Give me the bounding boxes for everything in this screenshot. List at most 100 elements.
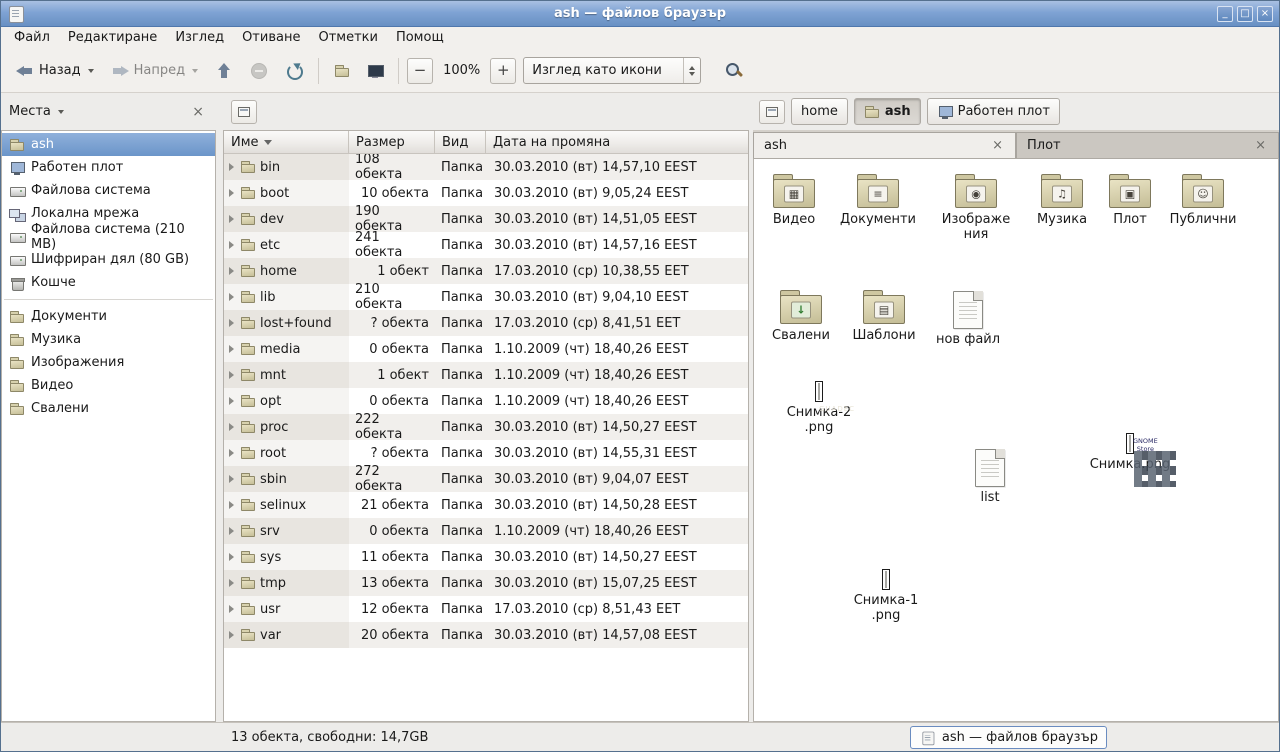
path-button[interactable]: home xyxy=(791,98,848,125)
reload-button[interactable] xyxy=(278,56,310,86)
sidebar-item[interactable]: Свалени xyxy=(2,397,215,420)
expander-icon[interactable] xyxy=(229,215,234,223)
list-file[interactable]: list xyxy=(952,449,1028,506)
expander-icon[interactable] xyxy=(229,423,234,431)
sidebar-item[interactable]: Файлова система (210 MB) xyxy=(2,225,215,248)
tab-close-icon[interactable]: × xyxy=(1253,138,1268,153)
sidebar-item[interactable]: Музика xyxy=(2,328,215,351)
computer-button[interactable] xyxy=(360,57,390,85)
sidebar-item[interactable]: Документи xyxy=(2,305,215,328)
zoom-in-button[interactable]: + xyxy=(490,58,516,84)
downloads-folder[interactable]: ↓ Свалени xyxy=(763,289,839,344)
stop-button[interactable] xyxy=(243,56,275,86)
expander-icon[interactable] xyxy=(229,527,234,535)
table-row[interactable]: sys 11 обекта Папка 30.03.2010 (вт) 14,5… xyxy=(224,544,748,570)
expander-icon[interactable] xyxy=(229,345,234,353)
expander-icon[interactable] xyxy=(229,449,234,457)
expander-icon[interactable] xyxy=(229,293,234,301)
table-row[interactable]: lib 210 обекта Папка 30.03.2010 (вт) 9,0… xyxy=(224,284,748,310)
videos-folder[interactable]: ▦ Видео xyxy=(756,173,832,228)
table-row[interactable]: tmp 13 обекта Папка 30.03.2010 (вт) 15,0… xyxy=(224,570,748,596)
close-button[interactable]: × xyxy=(1257,6,1273,22)
sidebar-item[interactable]: Видео xyxy=(2,374,215,397)
expander-icon[interactable] xyxy=(229,631,234,639)
pane-location-button[interactable] xyxy=(231,100,257,124)
tasklist-window-button[interactable]: ash — файлов браузър xyxy=(910,726,1107,749)
expander-icon[interactable] xyxy=(229,241,234,249)
menu-item[interactable]: Изглед xyxy=(166,28,233,48)
sidebar-splitter[interactable] xyxy=(216,93,223,722)
table-row[interactable]: srv 0 обекта Папка 1.10.2009 (чт) 18,40,… xyxy=(224,518,748,544)
table-row[interactable]: mnt 1 обект Папка 1.10.2009 (чт) 18,40,2… xyxy=(224,362,748,388)
table-row[interactable]: etc 241 обекта Папка 30.03.2010 (вт) 14,… xyxy=(224,232,748,258)
column-header[interactable]: Дата на промяна xyxy=(486,131,748,154)
sidebar-title[interactable]: Места xyxy=(9,104,51,119)
titlebar[interactable]: ash — файлов браузър _ □ × xyxy=(1,1,1279,27)
expander-icon[interactable] xyxy=(229,371,234,379)
tab-close-icon[interactable]: × xyxy=(990,138,1005,153)
path-button[interactable]: ash xyxy=(854,98,921,125)
maximize-button[interactable]: □ xyxy=(1237,6,1253,22)
column-header[interactable]: Име xyxy=(224,131,349,154)
tab[interactable]: Плот × xyxy=(1016,132,1279,158)
up-button[interactable] xyxy=(208,56,240,86)
sidebar-close-button[interactable]: × xyxy=(188,104,208,120)
table-row[interactable]: dev 190 обекта Папка 30.03.2010 (вт) 14,… xyxy=(224,206,748,232)
column-header[interactable]: Вид xyxy=(435,131,486,154)
back-button[interactable]: Назад xyxy=(9,56,101,86)
table-row[interactable]: opt 0 обекта Папка 1.10.2009 (чт) 18,40,… xyxy=(224,388,748,414)
minimize-button[interactable]: _ xyxy=(1217,6,1233,22)
tab[interactable]: ash × xyxy=(753,132,1016,158)
templates-folder[interactable]: ▤ Шаблони xyxy=(846,289,922,344)
table-row[interactable]: media 0 обекта Папка 1.10.2009 (чт) 18,4… xyxy=(224,336,748,362)
table-row[interactable]: lost+found ? обекта Папка 17.03.2010 (ср… xyxy=(224,310,748,336)
sidebar-item[interactable]: Шифриран дял (80 GB) xyxy=(2,248,215,271)
public-folder[interactable]: ☺ Публични xyxy=(1165,173,1241,228)
menu-item[interactable]: Отметки xyxy=(309,28,386,48)
table-row[interactable]: proc 222 обекта Папка 30.03.2010 (вт) 14… xyxy=(224,414,748,440)
view-mode-stepper[interactable] xyxy=(683,58,700,83)
menu-item[interactable]: Отиване xyxy=(233,28,309,48)
desktop-folder[interactable]: ▣ Плот xyxy=(1100,173,1160,228)
sidebar-item[interactable]: Работен плот xyxy=(2,156,215,179)
documents-folder[interactable]: ≡ Документи xyxy=(840,173,916,228)
expander-icon[interactable] xyxy=(229,189,234,197)
path-button[interactable]: Работен плот xyxy=(927,98,1060,125)
menu-item[interactable]: Помощ xyxy=(387,28,453,48)
table-row[interactable]: boot 10 обекта Папка 30.03.2010 (вт) 9,0… xyxy=(224,180,748,206)
expander-icon[interactable] xyxy=(229,319,234,327)
images-folder[interactable]: ◉ Изображения xyxy=(940,173,1012,243)
search-button[interactable] xyxy=(717,56,751,86)
expander-icon[interactable] xyxy=(229,501,234,509)
view-mode-select[interactable]: Изглед като икони xyxy=(523,57,701,84)
expander-icon[interactable] xyxy=(229,397,234,405)
sidebar-item[interactable]: Кошче xyxy=(2,271,215,294)
expander-icon[interactable] xyxy=(229,475,234,483)
icon-view[interactable]: ▦ Видео ≡ Документи ◉ Изображения ♫ Музи… xyxy=(753,159,1279,722)
column-header[interactable]: Размер xyxy=(349,131,435,154)
home-button[interactable] xyxy=(327,57,357,85)
new-file[interactable]: нов файл xyxy=(930,291,1006,348)
table-row[interactable]: var 20 обекта Папка 30.03.2010 (вт) 14,5… xyxy=(224,622,748,648)
expander-icon[interactable] xyxy=(229,163,234,171)
sidebar-item[interactable]: Изображения xyxy=(2,351,215,374)
expander-icon[interactable] xyxy=(229,553,234,561)
snimka-2-png[interactable]: GUADEC Снимка-2.png xyxy=(770,381,868,436)
music-folder[interactable]: ♫ Музика xyxy=(1026,173,1098,228)
sidebar-item[interactable]: ash xyxy=(2,133,215,156)
table-row[interactable]: home 1 обект Папка 17.03.2010 (ср) 10,38… xyxy=(224,258,748,284)
back-history-arrow-icon[interactable] xyxy=(88,69,94,73)
expander-icon[interactable] xyxy=(229,605,234,613)
menu-item[interactable]: Редактиране xyxy=(59,28,166,48)
table-row[interactable]: sbin 272 обекта Папка 30.03.2010 (вт) 9,… xyxy=(224,466,748,492)
snimka-png[interactable]: GNOME Store Снимка.png xyxy=(1080,433,1180,473)
table-row[interactable]: root ? обекта Папка 30.03.2010 (вт) 14,5… xyxy=(224,440,748,466)
expander-icon[interactable] xyxy=(229,579,234,587)
table-row[interactable]: usr 12 обекта Папка 17.03.2010 (ср) 8,51… xyxy=(224,596,748,622)
table-row[interactable]: selinux 21 обекта Папка 30.03.2010 (вт) … xyxy=(224,492,748,518)
snimka-1-png[interactable]: Снимка-1.png xyxy=(836,569,936,624)
table-row[interactable]: bin 108 обекта Папка 30.03.2010 (вт) 14,… xyxy=(224,154,748,180)
menu-item[interactable]: Файл xyxy=(5,28,59,48)
zoom-out-button[interactable]: − xyxy=(407,58,433,84)
sidebar-item[interactable]: Файлова система xyxy=(2,179,215,202)
